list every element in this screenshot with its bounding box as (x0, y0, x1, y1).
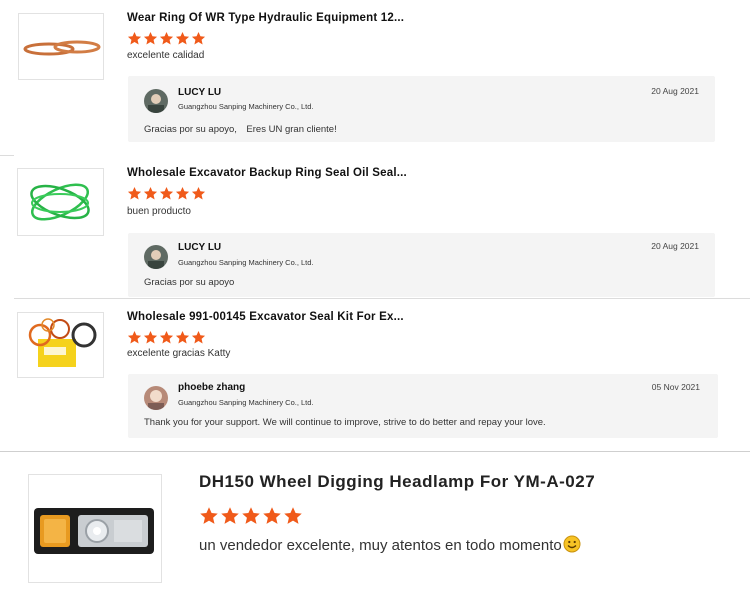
reply-company: Guangzhou Sanping Machinery Co., Ltd. (178, 398, 314, 407)
product-thumbnail-backup-ring[interactable] (17, 168, 104, 236)
product-thumbnail-wear-ring[interactable] (18, 13, 104, 80)
star-rating (127, 330, 206, 345)
star-icon (175, 31, 190, 45)
star-icon (127, 31, 142, 45)
review-item: DH150 Wheel Digging Headlamp For YM-A-02… (0, 452, 750, 608)
reply-author: LUCY LU (178, 242, 222, 253)
backup-ring-image (30, 183, 90, 221)
review-comment: excelente calidad (127, 50, 205, 61)
product-title[interactable]: Wear Ring Of WR Type Hydraulic Equipment… (127, 12, 404, 24)
review-comment-text: un vendedor excelente, muy atentos en to… (199, 537, 562, 554)
reply-text: Thank you for your support. We will cont… (144, 417, 546, 428)
seller-reply: LUCY LU Guangzhou Sanping Machinery Co.,… (128, 76, 715, 142)
smile-emoji-icon (563, 535, 581, 557)
avatar (144, 89, 168, 113)
star-icon (242, 507, 260, 524)
reply-author: LUCY LU (178, 87, 222, 98)
star-icon (200, 507, 218, 524)
seller-reply: LUCY LU Guangzhou Sanping Machinery Co.,… (128, 233, 715, 297)
reply-date: 05 Nov 2021 (651, 382, 700, 392)
seller-reply: phoebe zhang Guangzhou Sanping Machinery… (128, 374, 718, 438)
reply-author: phoebe zhang (178, 382, 246, 393)
review-item: Wholesale 991-00145 Excavator Seal Kit F… (0, 298, 750, 450)
star-icon (175, 186, 190, 200)
star-icon (159, 186, 174, 200)
star-icon (159, 330, 174, 344)
product-title[interactable]: Wholesale 991-00145 Excavator Seal Kit F… (127, 311, 404, 323)
reply-text: Gracias por su apoyo (144, 277, 235, 288)
star-icon (191, 31, 206, 45)
star-rating (199, 506, 303, 526)
product-thumbnail-headlamp[interactable] (28, 474, 162, 583)
star-icon (127, 330, 142, 344)
star-icon (175, 330, 190, 344)
star-icon (143, 330, 158, 344)
star-icon (263, 507, 281, 524)
star-icon (143, 186, 158, 200)
avatar (144, 386, 168, 410)
star-icon (221, 507, 239, 524)
star-icon (159, 31, 174, 45)
star-icon (191, 330, 206, 344)
product-title[interactable]: DH150 Wheel Digging Headlamp For YM-A-02… (199, 472, 595, 492)
reply-date: 20 Aug 2021 (651, 86, 699, 96)
star-icon (284, 507, 302, 524)
product-title[interactable]: Wholesale Excavator Backup Ring Seal Oil… (127, 167, 407, 179)
star-icon (127, 186, 142, 200)
review-comment: un vendedor excelente, muy atentos en to… (199, 535, 581, 557)
avatar (144, 245, 168, 269)
headlamp-image (34, 508, 154, 554)
wear-ring-image (23, 40, 101, 56)
reply-company: Guangzhou Sanping Machinery Co., Ltd. (178, 258, 314, 267)
product-thumbnail-seal-kit[interactable] (17, 312, 104, 378)
review-comment: buen producto (127, 206, 191, 217)
review-item: Wear Ring Of WR Type Hydraulic Equipment… (0, 0, 750, 155)
reply-text: Gracias por su apoyo, Eres UN gran clien… (144, 124, 337, 135)
reply-company: Guangzhou Sanping Machinery Co., Ltd. (178, 102, 314, 111)
review-item: Wholesale Excavator Backup Ring Seal Oil… (0, 155, 750, 298)
star-icon (191, 186, 206, 200)
reply-date: 20 Aug 2021 (651, 241, 699, 251)
review-comment: excelente gracias Katty (127, 348, 231, 359)
star-icon (143, 31, 158, 45)
star-rating (127, 31, 206, 46)
seal-kit-image (28, 318, 97, 367)
star-rating (127, 186, 206, 201)
